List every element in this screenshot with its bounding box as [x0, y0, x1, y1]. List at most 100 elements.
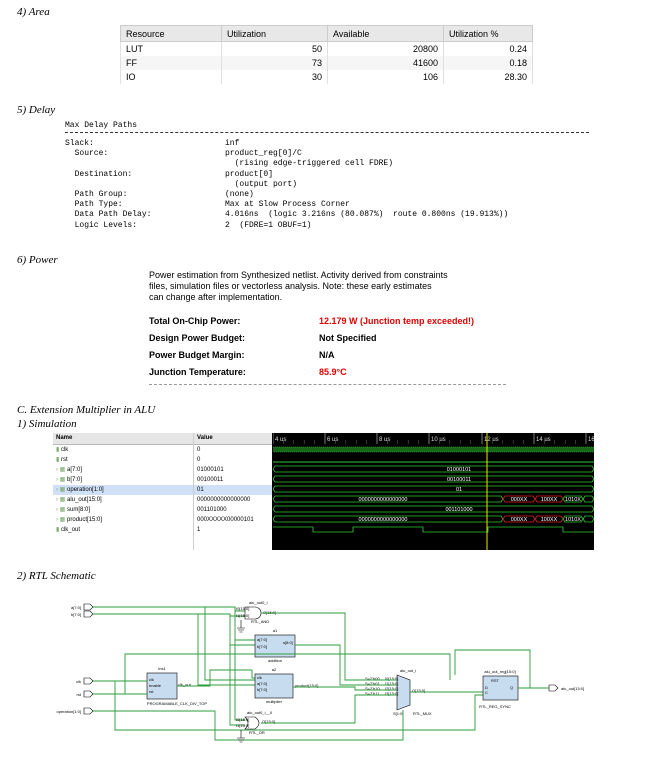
port-operation: [83, 707, 94, 715]
utilization-cell: 50: [221, 41, 328, 56]
section-power-heading: 6) Power: [17, 254, 58, 266]
reg-pin-d: D: [485, 685, 488, 690]
delay-value: (none): [225, 189, 254, 199]
power-value: 12.179 W (Junction temp exceeded!): [319, 316, 475, 326]
signal-row[interactable]: › ▦ a[7:0]: [53, 465, 193, 475]
delay-key: Slack:: [65, 139, 94, 148]
delay-key: Path Type:: [65, 200, 123, 210]
delay-key: Data Path Delay:: [65, 210, 152, 220]
available-cell: 20800: [327, 41, 444, 56]
ruler-label: 12 us: [484, 437, 499, 443]
wire-a-to-mul: [93, 606, 255, 681]
delay-line: Path Group: (none): [65, 190, 508, 200]
signal-row[interactable]: › ▦ alu_out[15:0]: [53, 495, 193, 505]
power-note-line: files, simulation files or vectorless an…: [149, 281, 432, 291]
signal-row[interactable]: ▮ rst: [53, 455, 193, 465]
signal-value-panel: Value 0 0 01000101 00100011 01 00000000000000…: [193, 433, 272, 550]
reg-pin-q: Q: [510, 685, 513, 690]
available-cell: 106: [327, 70, 444, 84]
product-zero-label: 0000000000000000: [359, 517, 408, 523]
signal-value: 1: [197, 527, 201, 533]
signal-icon: › ▦: [56, 487, 68, 493]
section-rtl-heading: 2) RTL Schematic: [17, 570, 96, 582]
column-header: Utilization: [221, 25, 328, 42]
power-note-line: Power estimation from Synthesized netlis…: [149, 270, 448, 280]
ground-icon: [237, 620, 245, 633]
signal-icon: › ▦: [56, 477, 68, 483]
signal-value: 0: [197, 447, 201, 453]
alu-out-zero-label: 0000000000000000: [359, 497, 408, 503]
signal-row[interactable]: › ▦ sum[8:0]: [53, 505, 193, 515]
and-pin-i1: I1[15:0]: [236, 613, 249, 618]
power-value: Not Specified: [319, 333, 377, 343]
alu-out-x1-label: 000XX: [511, 497, 528, 503]
delay-key: [65, 159, 225, 169]
ruler-label: 10 us: [431, 437, 446, 443]
delay-value: inf: [225, 139, 240, 148]
resource-cell: LUT: [120, 41, 222, 56]
utilization-percent-cell: 0.24: [443, 41, 533, 56]
mux-pin-s: S[1:0]: [393, 711, 403, 716]
ground-icon: [237, 730, 245, 743]
or-name-label: RTL_OR: [249, 730, 265, 735]
power-row-total: Total On-Chip Power: 12.179 W (Junction …: [149, 316, 479, 333]
mul-pin-b: b[7:0]: [257, 687, 267, 692]
port-operation-label: operation[1:0]: [57, 709, 81, 714]
signal-row[interactable]: › ▦ operation[1:0]: [53, 485, 193, 495]
signal-name: rst: [60, 457, 68, 463]
signal-row[interactable]: › ▦ product[15:0]: [53, 515, 193, 525]
signal-name: operation[1:0]: [67, 487, 104, 493]
power-summary: Total On-Chip Power: 12.179 W (Junction …: [149, 316, 506, 385]
signal-name: sum[8:0]: [67, 507, 91, 513]
delay-title: Max Delay Paths: [65, 121, 138, 130]
delay-line: Data Path Delay: 4.016ns (logic 3.216ns (…: [65, 210, 509, 220]
mux-inst-label: alu_out_i: [400, 668, 416, 673]
power-row-temp: Junction Temperature: 85.9°C: [149, 367, 506, 385]
port-b: [83, 610, 94, 618]
delay-line: Slack: inf: [65, 139, 508, 149]
signal-value: 0: [197, 457, 201, 463]
delay-value: (rising edge-triggered cell FDRE): [225, 159, 394, 169]
operation-bus-label: 01: [456, 487, 462, 493]
power-row-margin: Power Budget Margin: N/A: [149, 350, 479, 367]
signal-name: a[7:0]: [67, 467, 83, 473]
register-inst-label: alu_out_reg[15:0]: [484, 669, 515, 674]
power-value: N/A: [319, 350, 335, 360]
delay-value: 2 (FDRE=1 OBUF=1): [225, 220, 312, 230]
and-pin-i0: I0[15:0]: [236, 606, 249, 611]
power-label: Design Power Budget:: [149, 333, 246, 343]
ruler-label: 8 us: [379, 437, 390, 443]
column-header: Available: [327, 25, 444, 42]
delay-report: Slack: inf Source: product_reg[0]/C (risin…: [65, 139, 508, 231]
waveform-plot[interactable]: 4 us 6 us 8 us 10 us 12 us 14 us 16 us 01000101…: [273, 433, 594, 550]
table-row: IO 30 106 28.30: [120, 70, 533, 84]
name-column-header: Name: [53, 433, 193, 445]
utilization-cell: 30: [221, 70, 328, 84]
alu-out-x2-label: 100XX: [541, 497, 558, 503]
mul-pin-clk: clk: [257, 675, 262, 680]
column-header: Utilization %: [443, 25, 533, 42]
signal-row[interactable]: ▮ clk: [53, 445, 193, 455]
and-pin-o: O[15:0]: [263, 610, 276, 615]
power-label: Junction Temperature:: [149, 367, 246, 377]
signal-value: 01: [194, 485, 272, 495]
utilization-percent-cell: 0.18: [443, 56, 533, 70]
clk-div-pin-clk: clk: [149, 677, 154, 682]
sum-bus: [273, 505, 594, 513]
available-cell: 41600: [327, 56, 444, 70]
addition-pin-b: b[7:0]: [257, 644, 267, 649]
delay-key: [65, 180, 225, 190]
delay-line: Destination: product[0]: [65, 170, 508, 180]
table-row: LUT 50 20800 0.24: [120, 41, 533, 56]
port-clk-label: clk: [76, 679, 81, 684]
column-header: Resource: [120, 25, 222, 42]
signal-row[interactable]: › ▦ b[7:0]: [53, 475, 193, 485]
delay-value: (output port): [225, 179, 298, 189]
delay-key: Path Group:: [65, 189, 128, 199]
signal-value: 0000000000000000: [197, 497, 251, 503]
delay-line: (output port): [65, 180, 508, 190]
section-simulation-heading: 1) Simulation: [17, 418, 77, 430]
signal-row[interactable]: ▮ clk_out: [53, 525, 193, 535]
table-row: FF 73 41600 0.18: [120, 56, 533, 70]
port-alu-out-label: alu_out[15:0]: [561, 686, 584, 691]
